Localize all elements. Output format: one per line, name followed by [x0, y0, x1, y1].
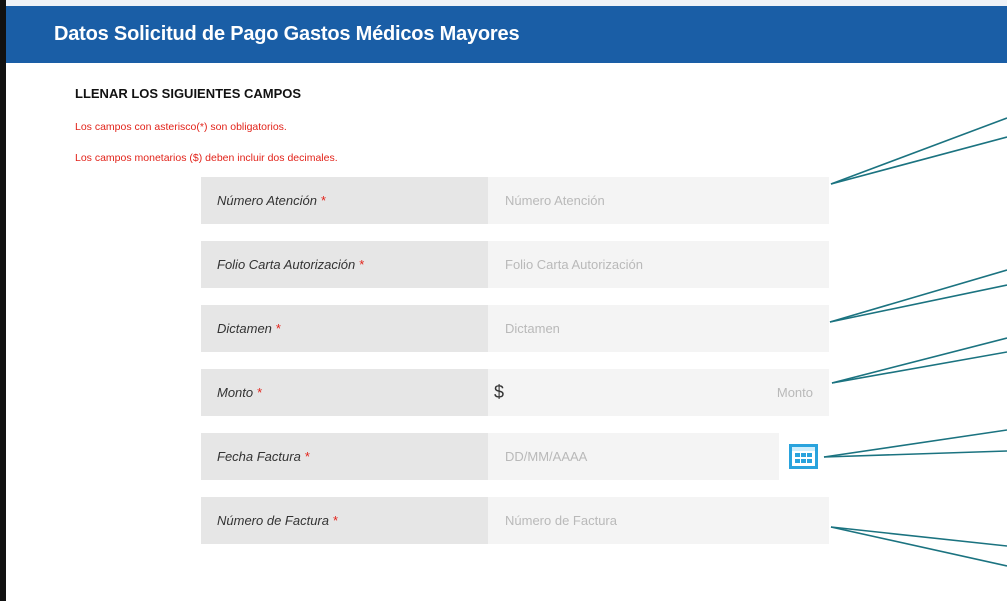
callout-line: [823, 450, 1007, 458]
callout-line: [831, 351, 1007, 384]
callout-lines: [823, 117, 1007, 567]
callout-line: [829, 284, 1007, 323]
callout-line: [823, 429, 1007, 458]
callout-line: [829, 269, 1007, 323]
callout-line: [830, 117, 1007, 185]
callout-line: [830, 526, 1007, 547]
callout-line: [831, 337, 1007, 384]
callout-line: [830, 526, 1007, 567]
callout-line: [830, 136, 1007, 185]
